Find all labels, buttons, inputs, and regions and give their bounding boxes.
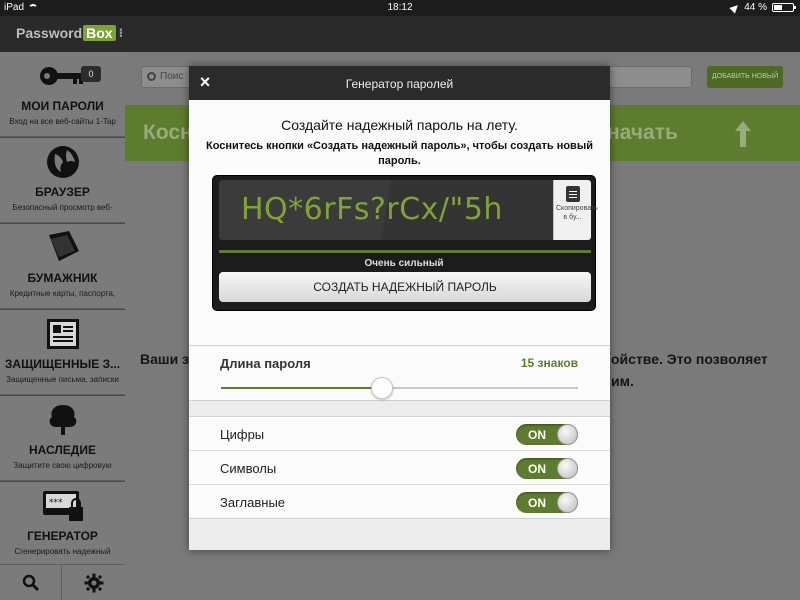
battery-percent: 44 %	[744, 2, 767, 13]
key-icon	[0, 58, 125, 94]
sidebar-item-title: БУМАЖНИК	[27, 271, 98, 285]
slider-thumb[interactable]	[370, 377, 393, 399]
sidebar-item-legacy[interactable]: НАСЛЕДИЕ Защитите свою цифровую	[0, 396, 125, 481]
length-slider[interactable]	[221, 377, 578, 399]
settings-button[interactable]	[63, 565, 125, 600]
toggle-state: ON	[528, 462, 546, 476]
toggle-state: ON	[528, 428, 546, 442]
sidebar-item-title: ГЕНЕРАТОР	[27, 529, 98, 543]
search-button[interactable]	[0, 565, 62, 600]
sidebar-item-my-passwords[interactable]: 0 МОИ ПАРОЛИ Вход на все веб-сайты 1-Tap	[0, 52, 125, 137]
password-lock-icon: ***	[0, 488, 125, 524]
sidebar-item-title: ЗАЩИЩЕННЫЕ З...	[4, 357, 121, 371]
password-count-badge: 0	[81, 66, 101, 82]
sidebar-item-title: НАСЛЕДИЕ	[28, 443, 96, 457]
sidebar-item-desc: Защищенные письма, записки	[6, 375, 119, 384]
uppercase-toggle[interactable]: ON	[516, 492, 578, 513]
strength-label: Очень сильный	[364, 258, 444, 269]
option-row-symbols: Символы ON	[189, 451, 610, 485]
battery-icon	[772, 3, 796, 12]
modal-header: × Генератор паролей	[189, 66, 610, 100]
sidebar-item-desc: Защитите свою цифровую	[13, 461, 112, 470]
option-label: Символы	[220, 461, 277, 476]
search-placeholder: Поис	[160, 71, 184, 82]
svg-text:***: ***	[49, 498, 63, 508]
globe-icon	[0, 144, 125, 180]
generated-password: HQ*6rFs?rCx/"5h	[241, 192, 503, 227]
sidebar-item-desc: Вход на все веб-сайты 1-Tap	[9, 117, 116, 126]
status-bar: iPad 18:12 44 %	[0, 0, 800, 16]
password-generator-modal: × Генератор паролей Создайте надежный па…	[189, 66, 610, 550]
app-logo: Password Box ⁝	[16, 25, 123, 41]
sidebar-item-desc: Сгенерировать надежный	[14, 547, 111, 556]
sidebar-item-desc: Кредитные карты, паспорта,	[9, 289, 116, 298]
sidebar-item-title: БРАУЗЕР	[35, 185, 90, 199]
sidebar-item-generator[interactable]: *** ГЕНЕРАТОР Сгенерировать надежный	[0, 482, 125, 567]
password-panel: HQ*6rFs?rCx/"5h Скопировать в бу... Очен…	[212, 175, 598, 311]
toggle-knob	[557, 492, 578, 513]
status-time: 18:12	[387, 2, 413, 13]
main-text-left: Ваши з	[140, 351, 190, 367]
slider-fill	[221, 387, 382, 389]
sidebar-item-browser[interactable]: БРАУЗЕР Безопасный просмотр веб-	[0, 138, 125, 223]
generator-instructions: Коснитесь кнопки «Создать надежный парол…	[206, 140, 593, 167]
main-text-right-2: им.	[611, 373, 634, 389]
generator-headline: Создайте надежный пароль на лету.	[281, 117, 518, 133]
generate-password-button[interactable]: СОЗДАТЬ НАДЕЖНЫЙ ПАРОЛЬ	[219, 272, 591, 302]
banner-text-left: Косн	[143, 121, 193, 144]
sidebar-toolbar	[0, 564, 125, 600]
toggle-knob	[557, 424, 578, 445]
sidebar-item-secure-notes[interactable]: ЗАЩИЩЕННЫЕ З... Защищенные письма, запис…	[0, 310, 125, 395]
symbols-toggle[interactable]: ON	[516, 458, 578, 479]
strength-bar	[219, 250, 591, 253]
toggle-knob	[557, 458, 578, 479]
search-icon	[147, 72, 156, 81]
copy-to-clipboard-button[interactable]: Скопировать в бу...	[553, 180, 598, 240]
option-row-uppercase: Заглавные ON	[189, 485, 610, 519]
option-label: Цифры	[220, 427, 265, 442]
location-icon	[729, 1, 741, 14]
toggle-state: ON	[528, 496, 546, 510]
length-value: 15 знаков	[520, 356, 578, 370]
sidebar-item-wallet[interactable]: БУМАЖНИК Кредитные карты, паспорта,	[0, 224, 125, 309]
wallet-icon	[0, 230, 125, 266]
sidebar-item-title: МОИ ПАРОЛИ	[21, 99, 104, 113]
modal-title: Генератор паролей	[345, 77, 454, 91]
document-icon	[0, 316, 125, 352]
options-list: Цифры ON Символы ON Заглавные ON	[189, 416, 610, 519]
password-display: HQ*6rFs?rCx/"5h	[219, 180, 553, 240]
option-label: Заглавные	[220, 495, 286, 510]
clipboard-icon	[565, 186, 580, 202]
main-text-right-1: ойстве. Это позволяет	[611, 351, 768, 367]
tree-icon	[0, 402, 125, 438]
copy-label: Скопировать в бу...	[556, 205, 598, 221]
password-length-section: Длина пароля 15 знаков	[189, 345, 610, 401]
banner-text-right: начать	[607, 121, 678, 144]
logo-text: Password	[16, 25, 83, 41]
logo-dots-icon: ⁝	[118, 26, 124, 40]
sidebar: 0 МОИ ПАРОЛИ Вход на все веб-сайты 1-Tap…	[0, 52, 125, 600]
logo-box: Box	[83, 25, 116, 41]
length-label: Длина пароля	[220, 356, 311, 371]
digits-toggle[interactable]: ON	[516, 424, 578, 445]
search-icon	[22, 574, 39, 592]
arrow-up-icon	[735, 121, 751, 147]
add-new-button[interactable]: ДОБАВИТЬ НОВЫЙ	[707, 66, 783, 88]
gear-icon	[84, 573, 104, 593]
generator-section: Создайте надежный пароль на лету. Коснит…	[189, 100, 610, 345]
option-row-digits: Цифры ON	[189, 417, 610, 451]
sidebar-item-desc: Безопасный просмотр веб-	[12, 203, 113, 212]
app-header: Password Box ⁝	[0, 16, 800, 52]
